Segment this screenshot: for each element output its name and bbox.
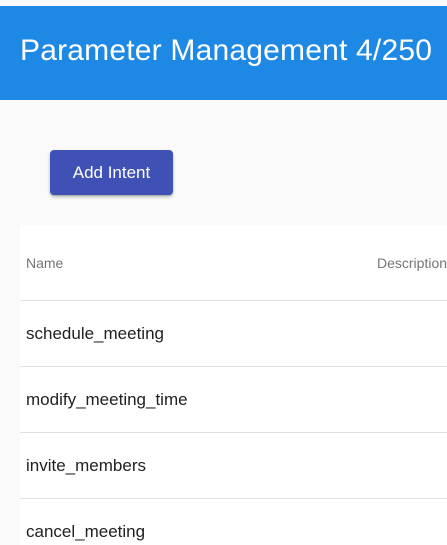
intent-name-cell: modify_meeting_time <box>26 390 188 409</box>
table-row[interactable]: cancel_meeting <box>20 499 447 545</box>
table-header: Name Description <box>20 225 447 301</box>
add-intent-button[interactable]: Add Intent <box>50 150 173 195</box>
table-row[interactable]: invite_members <box>20 433 447 499</box>
intent-name-cell: cancel_meeting <box>26 522 146 541</box>
app-header: Parameter Management 4/250 <box>0 6 447 100</box>
page-title: Parameter Management 4/250 <box>20 34 433 67</box>
intent-name-cell: schedule_meeting <box>26 324 164 343</box>
table-row[interactable]: modify_meeting_time <box>20 367 447 433</box>
intent-name-cell: invite_members <box>26 456 146 475</box>
intent-table: Name Description schedule_meeting modify… <box>20 225 447 545</box>
table-row[interactable]: schedule_meeting <box>20 301 447 367</box>
column-header-description[interactable]: Description <box>377 255 447 271</box>
column-header-name[interactable]: Name <box>26 255 63 271</box>
